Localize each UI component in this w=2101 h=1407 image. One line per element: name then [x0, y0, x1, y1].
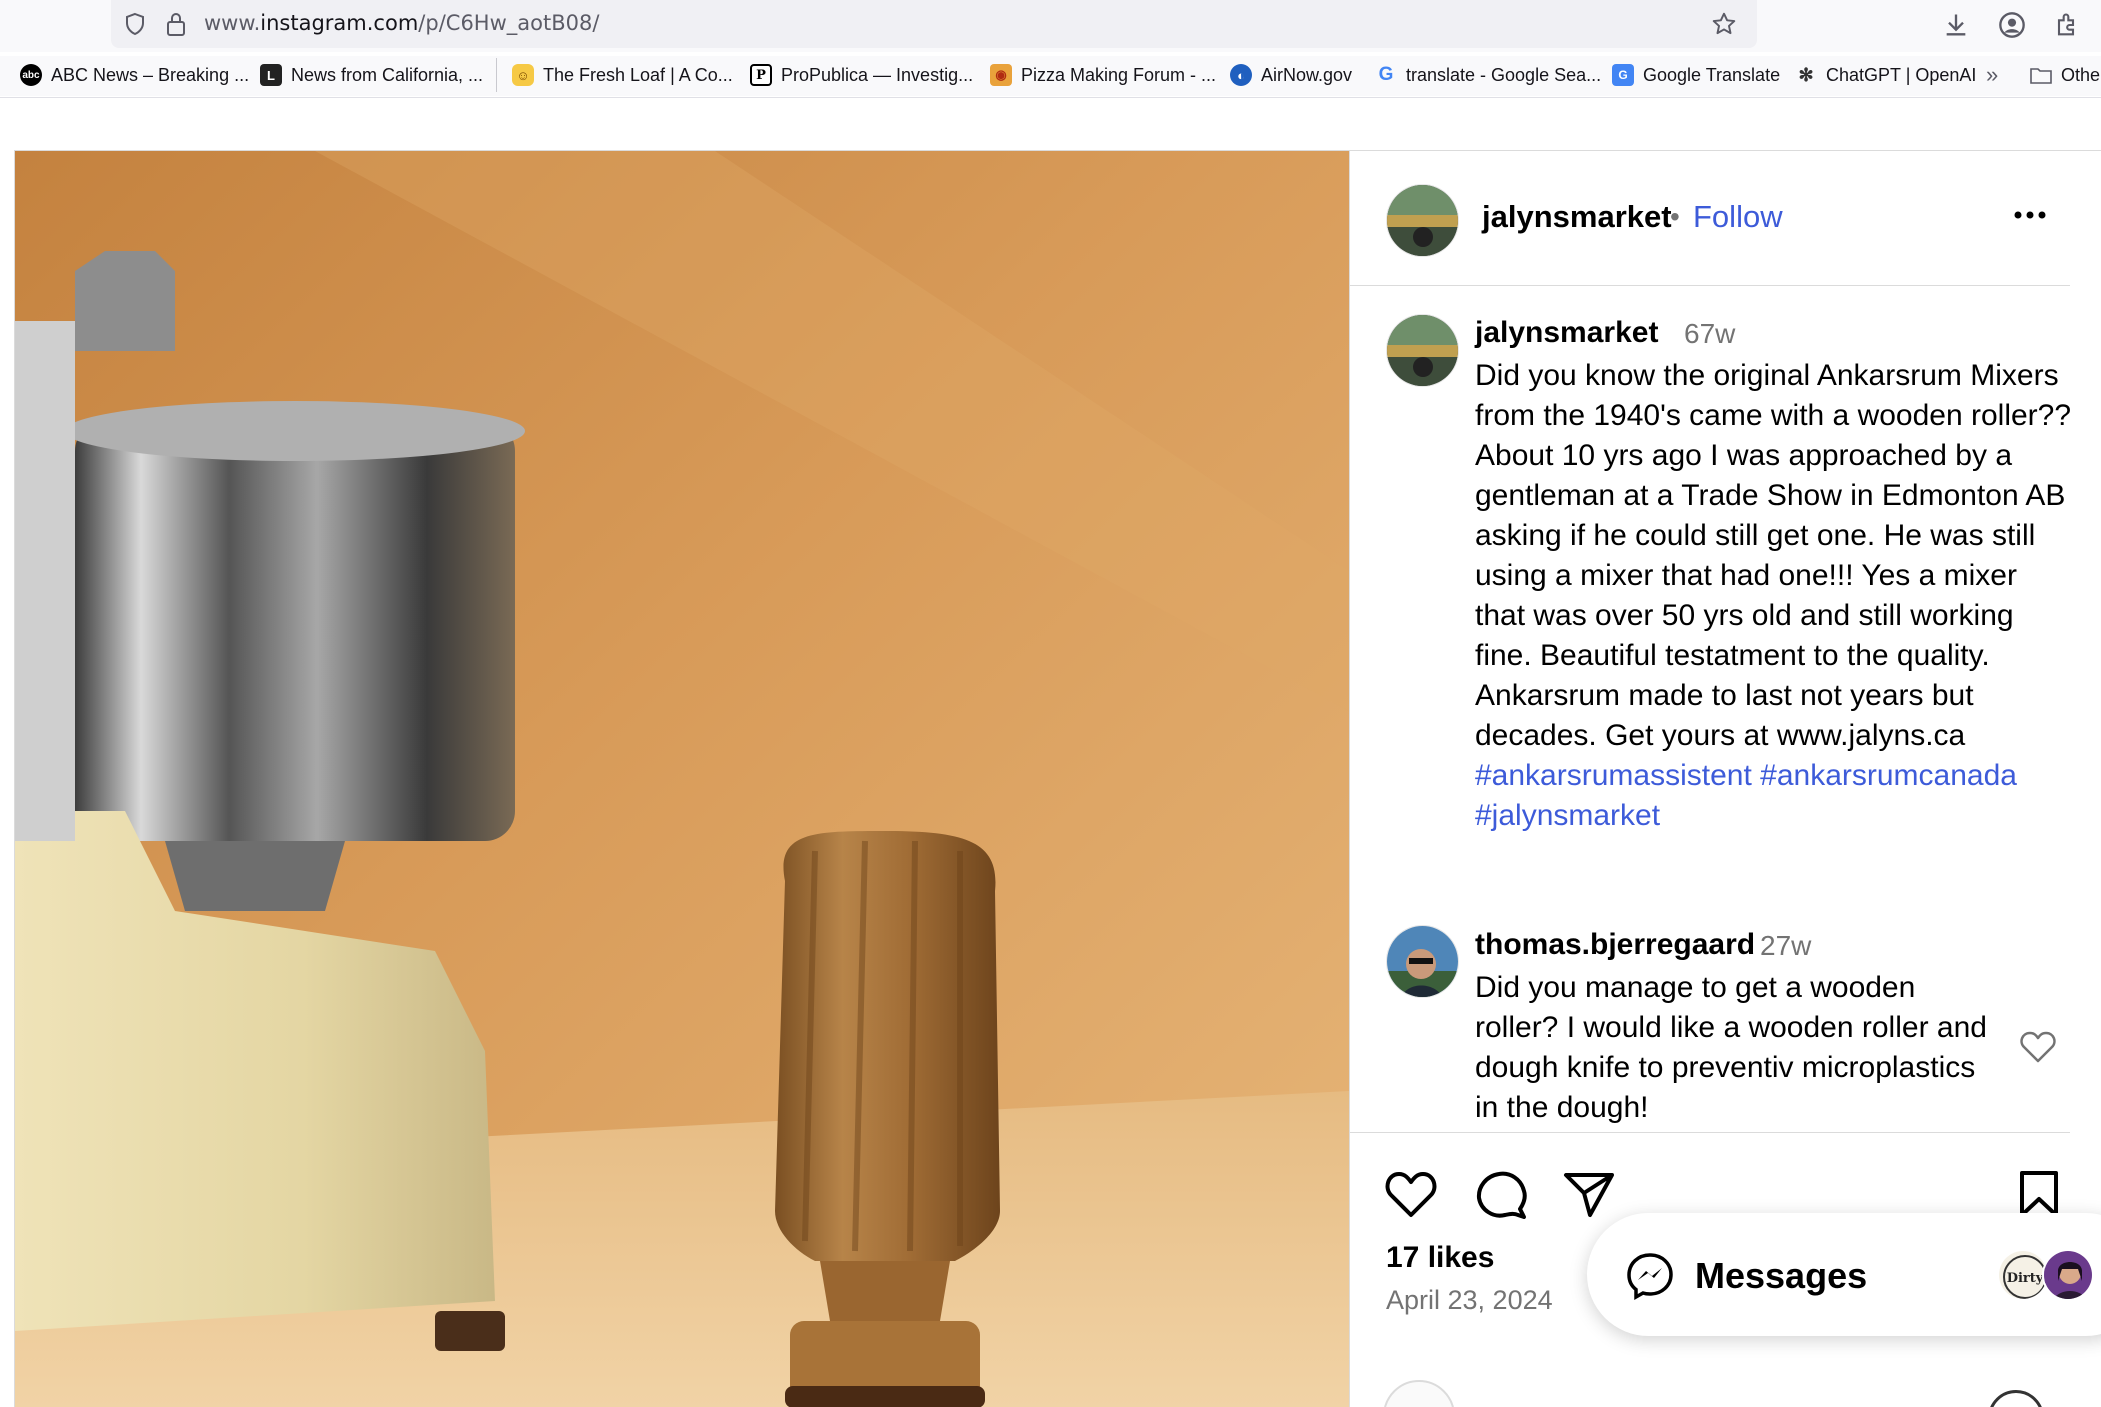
save-bookmark-icon[interactable]: [2012, 1169, 2066, 1219]
hashtag-link[interactable]: #ankarsrumcanada: [1760, 759, 2017, 792]
address-bar[interactable]: www.instagram.com/p/C6Hw_aotB08/: [111, 0, 1757, 48]
download-icon[interactable]: [1942, 11, 1970, 39]
comment-like-heart-icon[interactable]: [2020, 1031, 2056, 1063]
bookmark-label: translate - Google Sea...: [1406, 64, 1602, 85]
bookmark-separator: [496, 58, 497, 92]
separator-dot: •: [1670, 201, 1680, 232]
post-photo[interactable]: [15, 151, 1349, 1407]
bookmark-item[interactable]: ☺ The Fresh Loaf | A Co...: [512, 56, 733, 94]
hashtag-link[interactable]: #ankarsrumassistent: [1475, 759, 1752, 792]
messenger-icon: [1627, 1253, 1673, 1301]
caption-text: Did you know the original Ankarsrum Mixe…: [1475, 356, 2075, 836]
bookmark-label: Othe: [2061, 64, 2101, 85]
lock-icon[interactable]: [164, 11, 188, 37]
post-date[interactable]: April 23, 2024: [1386, 1285, 1553, 1316]
browser-toolbar: www.instagram.com/p/C6Hw_aotB08/: [0, 0, 2101, 52]
bookmark-label: Google Translate: [1643, 64, 1781, 85]
abc-icon: abc: [20, 64, 42, 86]
account-icon[interactable]: [1998, 11, 2026, 39]
bookmark-label: ABC News – Breaking ...: [51, 64, 250, 85]
bookmark-item[interactable]: L News from California, ...: [260, 56, 483, 94]
comment-text: Did you manage to get a wooden roller? I…: [1475, 971, 1987, 1124]
caption-username[interactable]: jalynsmarket: [1475, 316, 1658, 350]
bookmark-item[interactable]: P ProPublica — Investig...: [750, 56, 973, 94]
toolbar-divider: [0, 97, 2101, 98]
like-heart-icon[interactable]: [1384, 1169, 1438, 1219]
commenter-avatar[interactable]: [1386, 925, 1459, 998]
caption-author-avatar[interactable]: [1386, 314, 1459, 387]
bookmark-item[interactable]: ✻ ChatGPT | OpenAI: [1795, 56, 1976, 94]
comment-bubble-icon[interactable]: [1474, 1169, 1528, 1219]
messages-label: Messages: [1695, 1255, 1868, 1296]
google-icon: G: [1378, 64, 1394, 85]
share-paper-plane-icon[interactable]: [1562, 1169, 1616, 1219]
messages-button[interactable]: Messages Dirty: [1587, 1213, 2101, 1336]
propublica-icon: P: [750, 64, 772, 86]
commenter-username[interactable]: thomas.bjerregaard: [1475, 928, 1755, 962]
bookmarks-toolbar: abc ABC News – Breaking ... L News from Ca…: [0, 56, 2101, 96]
hashtag-link[interactable]: #jalynsmarket: [1475, 799, 1660, 832]
shield-icon[interactable]: [123, 12, 147, 36]
bookmark-item[interactable]: Gtranslate - Google Sea...: [1375, 56, 1602, 94]
bookmark-item[interactable]: G Google Translate: [1612, 56, 1780, 94]
translate-icon: G: [1612, 64, 1634, 86]
folder-icon: [2030, 64, 2052, 86]
bookmark-label: News from California, ...: [291, 64, 484, 85]
bookmark-folder[interactable]: Othe: [2030, 56, 2100, 94]
more-options-icon[interactable]: [2010, 203, 2050, 227]
post-header: jalynsmarket • Follow: [1350, 151, 2070, 286]
bookmark-item[interactable]: abc ABC News – Breaking ...: [20, 56, 249, 94]
author-username[interactable]: jalynsmarket: [1482, 199, 1672, 235]
url-text[interactable]: www.instagram.com/p/C6Hw_aotB08/: [204, 11, 599, 35]
bookmark-item[interactable]: ◐ AirNow.gov: [1230, 56, 1352, 94]
caption-timestamp[interactable]: 67w: [1684, 318, 1735, 350]
freshloaf-icon: ☺: [512, 64, 534, 86]
bookmark-item[interactable]: ◉ Pizza Making Forum - ...: [990, 56, 1216, 94]
airnow-icon: ◐: [1230, 64, 1252, 86]
svg-text:Dirty: Dirty: [2007, 1271, 2044, 1286]
likes-count[interactable]: 17 likes: [1386, 1241, 1494, 1275]
more-bookmarks-chevron-icon[interactable]: »: [1986, 56, 1998, 94]
author-avatar[interactable]: [1386, 184, 1459, 257]
pizza-icon: ◉: [990, 64, 1012, 86]
bookmark-label: ChatGPT | OpenAI: [1826, 64, 1977, 85]
comment-timestamp[interactable]: 27w: [1760, 930, 1811, 962]
caption-body: Did you know the original Ankarsrum Mixe…: [1475, 359, 2072, 752]
openai-icon: ✻: [1798, 64, 1814, 85]
bookmark-label: ProPublica — Investig...: [781, 64, 974, 85]
bookmark-label: Pizza Making Forum - ...: [1021, 64, 1217, 85]
news-icon: L: [260, 64, 282, 86]
bookmark-label: AirNow.gov: [1261, 64, 1353, 85]
conversation-avatar: [2042, 1249, 2094, 1301]
bookmark-label: The Fresh Loaf | A Co...: [543, 64, 733, 85]
follow-button[interactable]: Follow: [1693, 199, 1783, 235]
extensions-icon[interactable]: [2052, 11, 2080, 39]
bookmark-star-icon[interactable]: [1711, 11, 1737, 37]
